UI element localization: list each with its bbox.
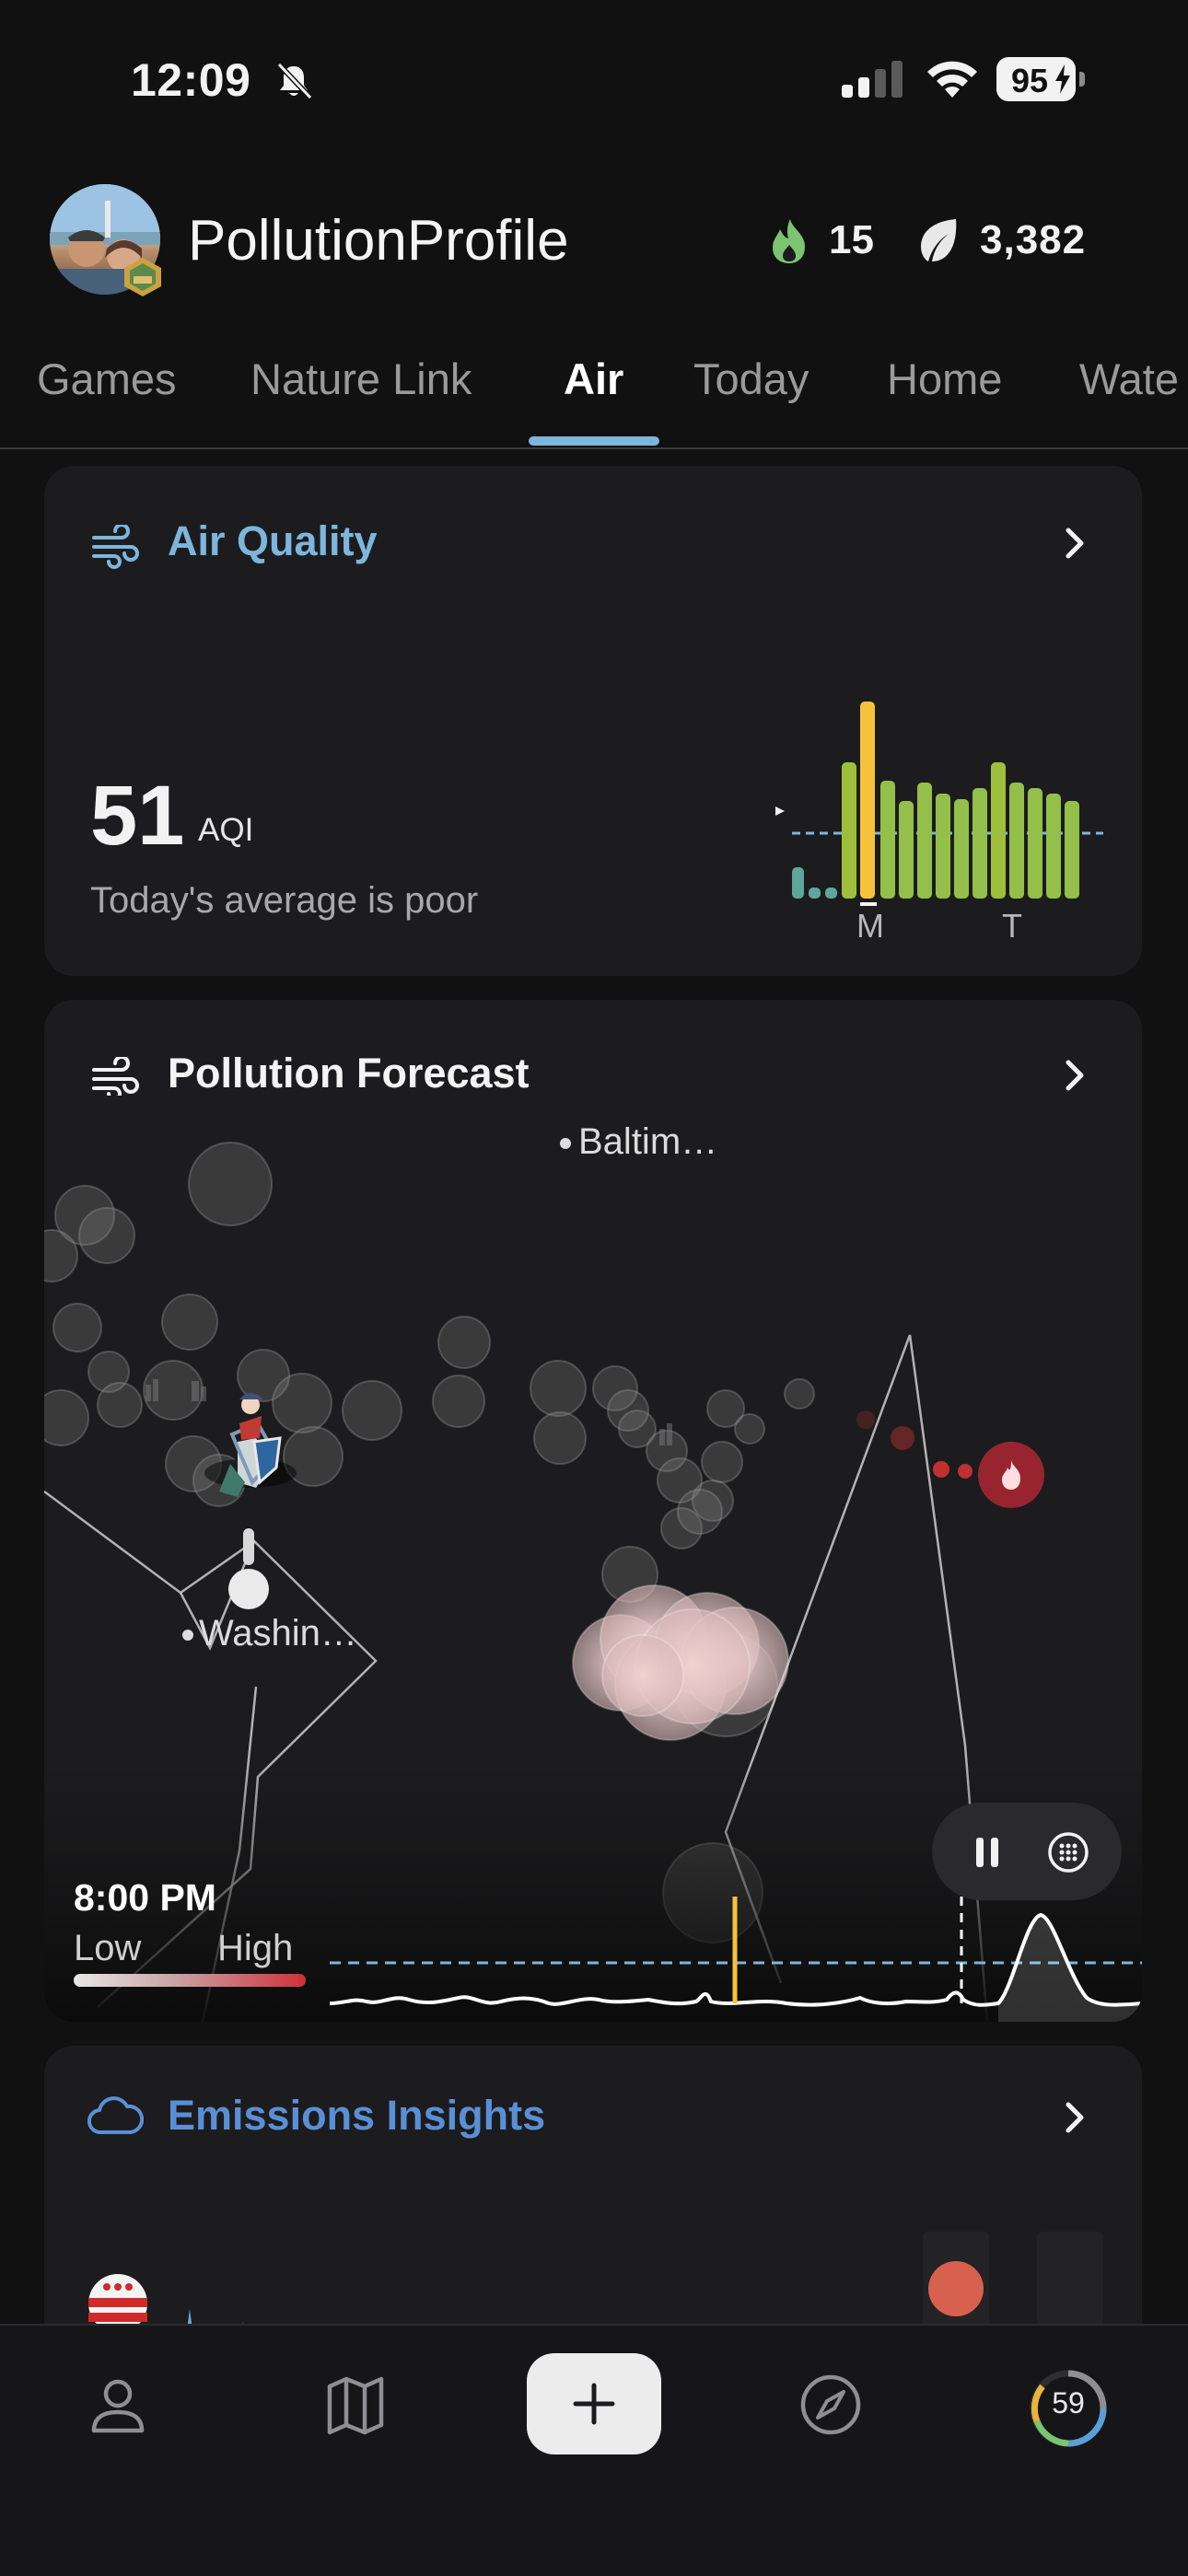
- active-tab-indicator: [529, 436, 659, 446]
- add-button[interactable]: [527, 2353, 661, 2454]
- charging-bolt-icon: [1055, 64, 1070, 94]
- scale-low-label: Low: [74, 1928, 142, 1968]
- tab-air[interactable]: Air: [564, 354, 623, 404]
- leaf-icon[interactable]: [917, 217, 960, 263]
- day-label-monday: M: [856, 907, 884, 945]
- tab-today[interactable]: Today: [693, 354, 809, 404]
- pollution-forecast-title: Pollution Forecast: [168, 1050, 530, 1097]
- pollution-scale-bar: [74, 1974, 306, 1987]
- battery-indicator: 95: [996, 57, 1085, 101]
- layers-grid-icon[interactable]: [1046, 1830, 1090, 1874]
- emissions-insights-title: Emissions Insights: [168, 2092, 546, 2139]
- aqi-unit: AQI: [198, 812, 254, 848]
- level-badge-icon: [124, 258, 161, 296]
- day-label-tuesday: T: [1002, 907, 1022, 945]
- emissions-marker: [928, 2261, 984, 2316]
- wifi-icon: [927, 61, 977, 98]
- tab-divider: [0, 447, 1188, 449]
- tab-water[interactable]: Wate: [1079, 354, 1179, 404]
- profile-icon[interactable]: [85, 2372, 151, 2438]
- cloud-icon: [87, 2096, 144, 2135]
- silent-bell-icon: [276, 62, 313, 100]
- status-time: 12:09: [131, 54, 251, 106]
- aqi-summary: Today's average is poor: [90, 880, 479, 921]
- tab-nature-link[interactable]: Nature Link: [250, 354, 472, 404]
- wind-icon: [92, 1057, 139, 1101]
- compass-icon[interactable]: [798, 2372, 864, 2438]
- pause-icon[interactable]: [971, 1834, 1004, 1871]
- city-label-baltimore: Baltim…: [578, 1121, 718, 1162]
- air-quality-title: Air Quality: [168, 517, 378, 564]
- playback-controls: [932, 1803, 1122, 1900]
- leaf-count: 3,382: [980, 217, 1087, 262]
- map-icon[interactable]: [322, 2372, 389, 2438]
- streak-flame-icon[interactable]: [768, 217, 810, 265]
- forecast-time: 8:00 PM: [74, 1876, 216, 1919]
- tab-home[interactable]: Home: [887, 354, 1002, 404]
- streak-count: 15: [829, 217, 874, 262]
- chevron-right-icon[interactable]: [1061, 2099, 1087, 2136]
- chevron-right-icon[interactable]: [1061, 525, 1087, 562]
- aqi-value: 51: [90, 769, 185, 863]
- aqi-hourly-chart[interactable]: M T: [772, 692, 1103, 950]
- plus-icon: [573, 2383, 615, 2425]
- city-label-washington: Washin…: [199, 1613, 357, 1654]
- wind-icon: [92, 525, 139, 569]
- chevron-right-icon[interactable]: [1061, 1057, 1087, 1094]
- score-value: 59: [1052, 2386, 1085, 2419]
- scale-high-label: High: [217, 1928, 294, 1968]
- app-title: PollutionProfile: [188, 209, 569, 273]
- tab-games[interactable]: Games: [37, 354, 177, 404]
- cellular-signal-icon: [842, 61, 903, 98]
- battery-level: 95: [1010, 62, 1049, 99]
